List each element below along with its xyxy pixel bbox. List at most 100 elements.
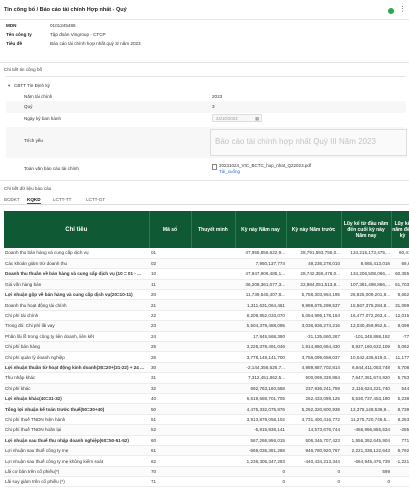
table-row: Chi phí quản lý doanh nghiệp 26 3,778,148,… (4, 351, 409, 363)
row-code: 61 (149, 445, 191, 457)
table-row: Tổng lợi nhuận kế toán trước thuế(50=30+… (4, 403, 409, 415)
row-code: 50 (149, 403, 191, 415)
row-luy-ke-nam-nay: 15,567,375,284,8... (341, 299, 391, 311)
trich-yeu-field[interactable]: Báo cáo tài chính hợp nhất Quý III Năm 2… (210, 129, 407, 156)
row-thuyet-minh (191, 341, 235, 353)
row-thuyet-minh (191, 393, 235, 405)
row-thuyet-minh (191, 362, 235, 374)
row-luy-ke-nam-nay: 5,530,737,453,180 (341, 393, 391, 405)
info-key: Tên công ty (6, 32, 32, 37)
row-code: 01 (149, 248, 191, 259)
row-luy-ke-nam-nay: 599 (341, 466, 391, 478)
row-luy-ke-nam-nay: 12,375,148,536,9... (341, 403, 391, 415)
row-ky-nay-nam-truoc: 14,573,676,744 (286, 424, 341, 436)
pdf-file-icon (212, 164, 217, 170)
download-link[interactable]: Tải_xuống (219, 169, 240, 174)
row-thuyet-minh (191, 476, 235, 488)
quy-label: Quý (24, 104, 33, 109)
row-ky-nay-nam-truoc: 0 (286, 466, 341, 478)
tab-kqkd[interactable]: KQKD (27, 197, 41, 204)
tab-lctt-tt[interactable]: LCTT-TT (53, 197, 71, 202)
row-ky-nay-nam-truoc: 237,936,241,759 (286, 383, 341, 394)
table-row: Lãi cơ bản trên cổ phiếu(*) 70 0 0 599 (4, 466, 409, 478)
row-thuyet-minh (191, 268, 235, 280)
row-code: 62 (149, 455, 191, 467)
row-luy-ke-nam-nay: 134,215,173,475,... (341, 248, 391, 259)
row-ky-nay-nam-nay: 11,739,545,407,8... (235, 289, 286, 301)
table-row: Lợi nhuận sau thuế công ty mẹ 61 -669,036,… (4, 445, 409, 457)
row-thuyet-minh (191, 279, 235, 291)
status-indicator-icon[interactable] (388, 8, 394, 14)
row-ky-nay-nam-truoc: 5,064,995,178,164 (286, 310, 341, 322)
row-code: 23 (149, 320, 191, 332)
row-ky-nay-nam-nay: 3,778,148,141,700 (235, 351, 286, 363)
row-ky-nay-nam-truoc: 28,742,355,478,0... (286, 268, 341, 280)
more-options-icon[interactable]: ⋮ (399, 6, 406, 13)
row-thuyet-minh (191, 403, 235, 415)
divider (6, 76, 406, 77)
tab-lctt-gt[interactable]: LCTT-GT (86, 197, 105, 202)
row-ky-nay-nam-truoc: 0 (286, 476, 341, 488)
row-ky-nay-nam-nay: 7,950,137,774 (235, 258, 286, 270)
table-row: Trong đó: Chi phí lãi vay 23 5,504,379,488… (4, 320, 409, 332)
row-ky-nay-nam-nay: 5,504,379,488,095 (235, 320, 286, 332)
table-row: Doanh thu bán hàng và cung cấp dịch vụ 01… (4, 248, 409, 259)
trich-yeu-value: Báo cáo tài chính hợp nhất Quý III Năm 2… (215, 137, 376, 146)
row-background (6, 101, 406, 113)
row-code: 30 (149, 362, 191, 374)
row-name: Lợi nhuận gộp về bán hàng và cung cấp dị… (4, 289, 149, 301)
row-luy-ke-nam-nay: -456,966,855,534 (341, 424, 391, 436)
details-section-title: Chi tiết tin công bố (4, 67, 43, 72)
row-name: Phần lãi lỗ trong công ty liên doanh, li… (4, 331, 149, 343)
row-ky-nay-nam-nay: 36,208,361,077,3... (235, 279, 286, 291)
collapse-caret-icon[interactable]: ▾ (8, 83, 10, 89)
row-ky-nay-nam-truoc: 946,780,920,767 (286, 445, 341, 457)
row-luy-ke-nam-truoc: 8,739,0 (391, 403, 409, 415)
row-luy-ke-nam-truoc: 60,355,6 (391, 268, 409, 280)
tab-bcdkt[interactable]: BCĐKT (4, 197, 20, 202)
row-name: Doanh thu bán hàng và cung cấp dịch vụ (4, 248, 149, 259)
row-thuyet-minh (191, 320, 235, 332)
header-luy-ke-nam-nay: Lũy kế từ đầu năm đến cuối kỳ này Năm na… (341, 211, 392, 248)
row-luy-ke-nam-nay: -101,348,898,192 (341, 331, 391, 343)
row-name: Chi phí bán hàng (4, 341, 149, 353)
row-thuyet-minh (191, 424, 235, 436)
row-thuyet-minh (191, 383, 235, 394)
info-key: Tiêu đề (6, 41, 22, 46)
table-row: Lãi suy giảm trên cổ phiếu (*) 71 0 0 0 (4, 476, 409, 488)
info-value: Báo cáo tài chính hợp nhất quý 3/ năm 20… (50, 41, 141, 46)
date-field[interactable]: 24/10/2023 ▦ (212, 114, 262, 122)
table-row: Doanh thu hoạt động tài chính 21 1,311,631… (4, 299, 409, 311)
row-ky-nay-nam-truoc: 28,791,593,756,0... (286, 248, 341, 259)
row-ky-nay-nam-nay: 47,947,906,485,1... (235, 268, 286, 280)
calendar-icon[interactable]: ▦ (255, 116, 259, 122)
row-name: Các khoản giảm trừ doanh thu (4, 258, 149, 270)
row-name: Tổng lợi nhuận kế toán trước thuế(50=30+… (4, 403, 149, 415)
row-thuyet-minh (191, 351, 235, 363)
row-code: 02 (149, 258, 191, 270)
row-luy-ke-nam-truoc: 12,015,7 (391, 310, 409, 322)
row-ky-nay-nam-nay: 0 (235, 476, 286, 488)
row-luy-ke-nam-truoc: 8,098,2 (391, 320, 409, 332)
row-luy-ke-nam-truoc: 11,177,0 (391, 351, 409, 363)
row-luy-ke-nam-truoc: 8,253,2 (391, 414, 409, 426)
row-luy-ke-nam-nay: 6,844,411,083,748 (341, 362, 391, 374)
row-ky-nay-nam-truoc: 5,758,303,964,195 (286, 289, 341, 301)
row-code: 11 (149, 279, 191, 291)
row-ky-nay-nam-nay: 6,619,688,701,705 (235, 393, 286, 405)
header-chi-tieu: Chỉ tiêu (4, 211, 150, 248)
table-row: Giá vốn hàng bán 11 36,208,361,077,3... 22,… (4, 279, 409, 291)
row-code: 51 (149, 414, 191, 426)
row-luy-ke-nam-truoc: 5,062,7 (391, 341, 409, 353)
row-luy-ke-nam-nay: 7,647,361,674,920 (341, 372, 391, 384)
row-ky-nay-nam-truoc: 22,984,051,513,8... (286, 279, 341, 291)
table-row: Các khoản giảm trừ doanh thu 02 7,950,137,… (4, 258, 409, 270)
ngay-label: Ngày ký ban hành (24, 116, 62, 121)
row-ky-nay-nam-truoc: 500,069,339,884 (286, 372, 341, 384)
row-luy-ke-nam-truoc: 31,089,2 (391, 299, 409, 311)
table-row: Phần lãi lỗ trong công ty liên doanh, li… (4, 331, 409, 343)
row-code: 70 (149, 466, 191, 478)
row-code: 40 (149, 393, 191, 405)
row-name: Thu nhập khác (4, 372, 149, 384)
row-luy-ke-nam-truoc (391, 476, 409, 488)
